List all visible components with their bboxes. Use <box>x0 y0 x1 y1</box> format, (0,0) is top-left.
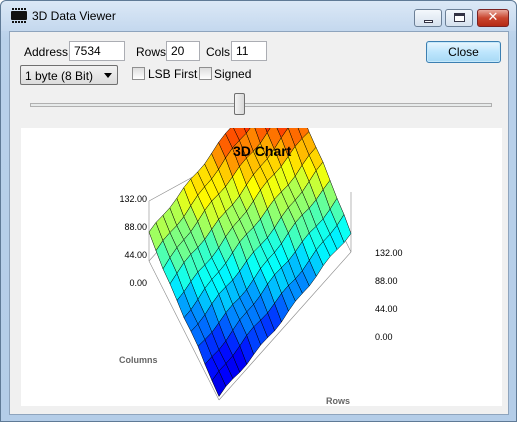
rows-label: Rows <box>136 45 167 59</box>
z-tick-label-right: 132.00 <box>375 248 403 258</box>
data-type-value: 1 byte (8 Bit) <box>25 69 94 83</box>
window-close-button[interactable]: ✕ <box>477 9 509 27</box>
rows-axis-label: Rows <box>326 396 350 406</box>
close-icon: ✕ <box>487 10 499 25</box>
close-button[interactable]: Close <box>426 41 501 63</box>
z-tick-label-left: 44.00 <box>124 250 147 260</box>
window-title: 3D Data Viewer <box>32 9 116 23</box>
chevron-down-icon <box>104 73 112 78</box>
columns-axis-label: Columns <box>119 355 158 365</box>
cols-input[interactable] <box>231 41 267 61</box>
cols-label: Cols <box>206 45 231 59</box>
chip-icon <box>11 8 27 23</box>
lsb-first-checkbox[interactable] <box>132 67 145 80</box>
lsb-first-label: LSB First <box>148 67 198 81</box>
maximize-button[interactable] <box>445 9 473 27</box>
minimize-button[interactable] <box>414 9 442 27</box>
title-bar[interactable]: 3D Data Viewer ✕ <box>1 1 516 31</box>
minimize-icon <box>424 20 433 23</box>
chart-panel: 3D Chart 132.00 88.00 44.00 0.00 132.00 88.00 4… <box>21 128 502 406</box>
signed-checkbox[interactable] <box>199 67 212 80</box>
z-tick-label-right: 88.00 <box>375 276 398 286</box>
z-tick-label-right: 0.00 <box>375 332 393 342</box>
app-window: 3D Data Viewer ✕ Address Rows Cols 1 byt… <box>0 0 517 422</box>
z-tick-label-left: 0.00 <box>129 278 147 288</box>
signed-label: Signed <box>214 67 252 81</box>
data-type-select[interactable]: 1 byte (8 Bit) <box>20 65 118 85</box>
maximize-icon <box>454 13 465 22</box>
address-label: Address <box>24 45 69 59</box>
surface-chart: 3D Chart 132.00 88.00 44.00 0.00 132.00 88.00 4… <box>119 128 403 406</box>
address-slider-thumb[interactable] <box>234 93 245 115</box>
z-tick-label-left: 88.00 <box>124 222 147 232</box>
z-tick-label-right: 44.00 <box>375 304 398 314</box>
rows-input[interactable] <box>166 41 200 61</box>
chart-title: 3D Chart <box>233 143 292 159</box>
address-input[interactable] <box>69 41 125 61</box>
z-tick-label-left: 132.00 <box>119 194 147 204</box>
address-slider-track[interactable] <box>30 103 492 107</box>
client-area: Address Rows Cols 1 byte (8 Bit) LSB Fir… <box>9 31 509 415</box>
